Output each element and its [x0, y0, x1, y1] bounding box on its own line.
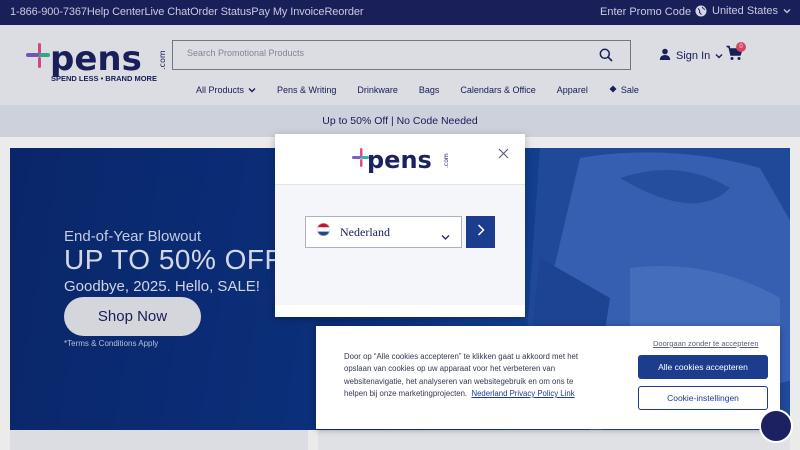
close-icon[interactable] [498, 146, 509, 164]
modal-logo: pens .com [352, 146, 450, 174]
privacy-policy-link[interactable]: Nederland Privacy Policy Link [471, 389, 574, 398]
cookie-banner: Door op “Alle cookies accepteren” te kli… [316, 326, 780, 429]
svg-text:.com: .com [443, 153, 450, 168]
country-selector-modal: pens .com Nederland [275, 134, 525, 317]
chevron-down-icon [441, 228, 450, 246]
continue-without-accepting-link[interactable]: Doorgaan zonder te accepteren [653, 339, 759, 348]
svg-text:pens: pens [367, 146, 432, 174]
go-button[interactable] [466, 216, 495, 248]
modal-header: pens .com [275, 134, 525, 185]
accept-all-cookies-button[interactable]: Alle cookies accepteren [638, 355, 768, 379]
netherlands-flag-icon [317, 223, 330, 241]
cookie-settings-button[interactable]: Cookie-instellingen [638, 386, 768, 410]
modal-body: Nederland [275, 185, 525, 305]
chevron-right-icon [477, 223, 485, 241]
selected-country: Nederland [340, 224, 390, 239]
chat-widget-button[interactable] [759, 409, 793, 443]
country-dropdown[interactable]: Nederland [305, 216, 462, 248]
cookie-text-block: Door op “Alle cookies accepteren” te kli… [344, 351, 594, 400]
